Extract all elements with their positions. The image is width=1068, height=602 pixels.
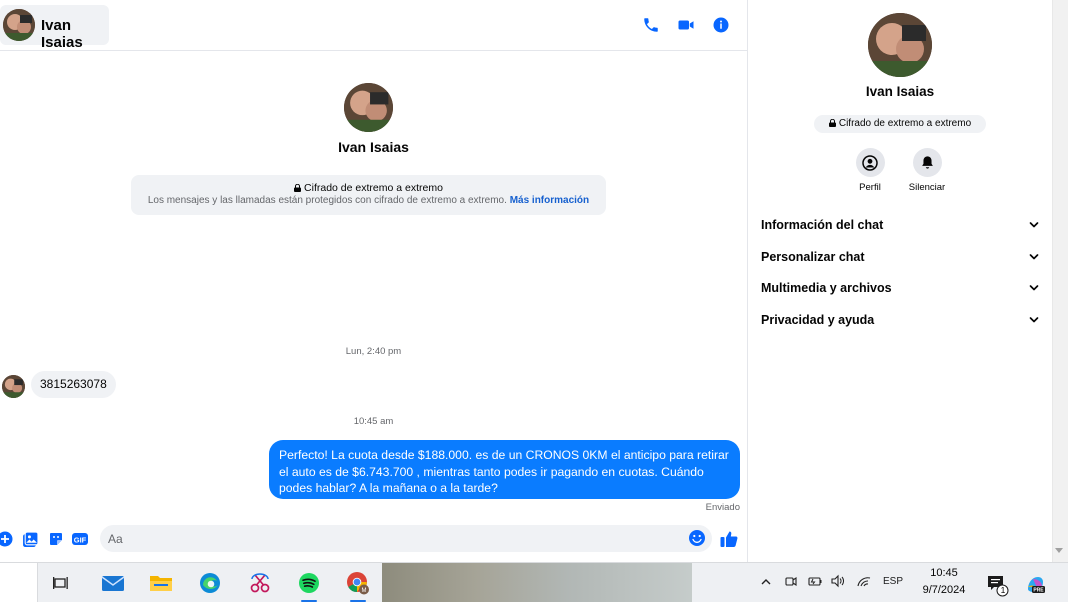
mail-icon[interactable] — [96, 568, 130, 598]
section-customize-chat[interactable]: Personalizar chat — [761, 242, 1039, 272]
chevron-down-icon — [1029, 254, 1039, 260]
e2e-title-text: Cifrado de extremo a extremo — [304, 182, 443, 194]
copilot-icon[interactable]: PRE — [1024, 573, 1046, 600]
battery-icon[interactable] — [807, 574, 823, 593]
e2e-desc-text: Los mensajes y las llamadas están proteg… — [147, 195, 507, 206]
chevron-down-icon — [1029, 285, 1039, 291]
clock-date[interactable]: 9/7/2024 — [918, 584, 970, 596]
page-scrollbar[interactable] — [1052, 0, 1068, 562]
section-chat-info[interactable]: Información del chat — [761, 210, 1039, 240]
message-timestamp: Lun, 2:40 pm — [345, 346, 402, 357]
e2e-badge-label: Cifrado de extremo a extremo — [838, 118, 972, 129]
plus-icon[interactable] — [0, 530, 14, 548]
meet-icon[interactable] — [784, 574, 798, 593]
svg-text:GIF: GIF — [74, 536, 87, 545]
sticker-icon[interactable] — [47, 530, 65, 548]
notification-count: 1 — [1000, 585, 1006, 595]
edge-icon[interactable] — [193, 568, 227, 598]
chevron-down-icon — [1029, 222, 1039, 228]
svg-text:PRE: PRE — [1033, 588, 1044, 594]
intro-avatar[interactable] — [344, 83, 393, 132]
avatar — [3, 9, 35, 41]
profile-icon — [855, 148, 885, 177]
lock-icon — [828, 119, 836, 127]
e2e-title: Cifrado de extremo a extremo — [131, 182, 606, 194]
gallery-icon[interactable] — [21, 530, 39, 548]
profile-name: Ivan Isaias — [865, 84, 935, 99]
scroll-down-arrow-icon[interactable] — [1055, 548, 1063, 553]
spotify-icon[interactable] — [292, 568, 326, 602]
e2e-badge[interactable]: Cifrado de extremo a extremo — [814, 115, 986, 133]
message-input[interactable] — [108, 525, 678, 552]
chevron-down-icon — [1029, 317, 1039, 323]
taskbar: M ESP 10:45 9/7/2024 1 PRE — [0, 562, 1068, 602]
more-info-link[interactable]: Más información — [510, 195, 589, 206]
info-icon[interactable] — [710, 14, 732, 36]
language-indicator[interactable]: ESP — [883, 576, 903, 587]
chat-details-panel: Ivan Isaias Cifrado de extremo a extremo… — [748, 0, 1052, 562]
sender-avatar[interactable] — [2, 375, 25, 398]
message-timestamp: 10:45 am — [353, 416, 394, 427]
svg-text:M: M — [362, 588, 367, 594]
section-privacy-help[interactable]: Privacidad y ayuda — [761, 305, 1039, 335]
message-field[interactable] — [100, 525, 712, 552]
incoming-message[interactable]: 3815263078 — [31, 371, 116, 398]
message-status: Enviado — [705, 502, 740, 513]
messenger-window: Ivan Isaias Ivan Isaias Cifrado de extre… — [0, 0, 1068, 602]
section-label: Privacidad y ayuda — [761, 313, 875, 327]
lock-icon — [294, 184, 302, 192]
snipping-tool-icon[interactable] — [243, 568, 277, 598]
section-label: Información del chat — [761, 218, 884, 232]
gif-icon[interactable]: GIF — [71, 530, 89, 548]
chat-header: Ivan Isaias — [0, 0, 747, 51]
section-label: Multimedia y archivos — [761, 281, 892, 295]
composer: GIF — [0, 520, 747, 562]
chrome-icon[interactable]: M — [341, 568, 375, 602]
outgoing-message[interactable]: Perfecto! La cuota desde $188.000. es de… — [269, 440, 740, 499]
mute-label: Silenciar — [908, 182, 946, 193]
notification-center-icon[interactable]: 1 — [986, 573, 1010, 597]
phone-icon[interactable] — [640, 14, 662, 36]
task-view-icon[interactable] — [44, 568, 78, 598]
emoji-icon[interactable] — [688, 529, 706, 547]
section-label: Personalizar chat — [761, 250, 865, 264]
taskbar-background-image — [382, 563, 692, 602]
wifi-icon[interactable] — [856, 574, 872, 593]
show-hidden-icons-icon[interactable] — [760, 575, 772, 593]
e2e-notice: Cifrado de extremo a extremo Los mensaje… — [131, 175, 606, 215]
section-media-files[interactable]: Multimedia y archivos — [761, 273, 1039, 303]
header-user-button[interactable]: Ivan Isaias — [0, 5, 109, 51]
profile-label: Perfil — [859, 182, 881, 193]
header-user-name: Ivan Isaias — [41, 17, 83, 51]
intro-name: Ivan Isaias — [338, 139, 409, 155]
profile-avatar[interactable] — [868, 13, 932, 77]
video-icon[interactable] — [675, 14, 697, 36]
like-icon[interactable] — [718, 528, 740, 550]
volume-icon[interactable] — [830, 574, 846, 593]
mute-button[interactable]: Silenciar — [897, 148, 957, 193]
bell-icon — [912, 148, 942, 177]
file-explorer-icon[interactable] — [144, 568, 178, 598]
profile-button[interactable]: Perfil — [840, 148, 900, 193]
e2e-description: Los mensajes y las llamadas están proteg… — [131, 195, 606, 206]
clock-time[interactable]: 10:45 — [929, 567, 959, 579]
taskbar-search-area[interactable] — [0, 563, 38, 602]
